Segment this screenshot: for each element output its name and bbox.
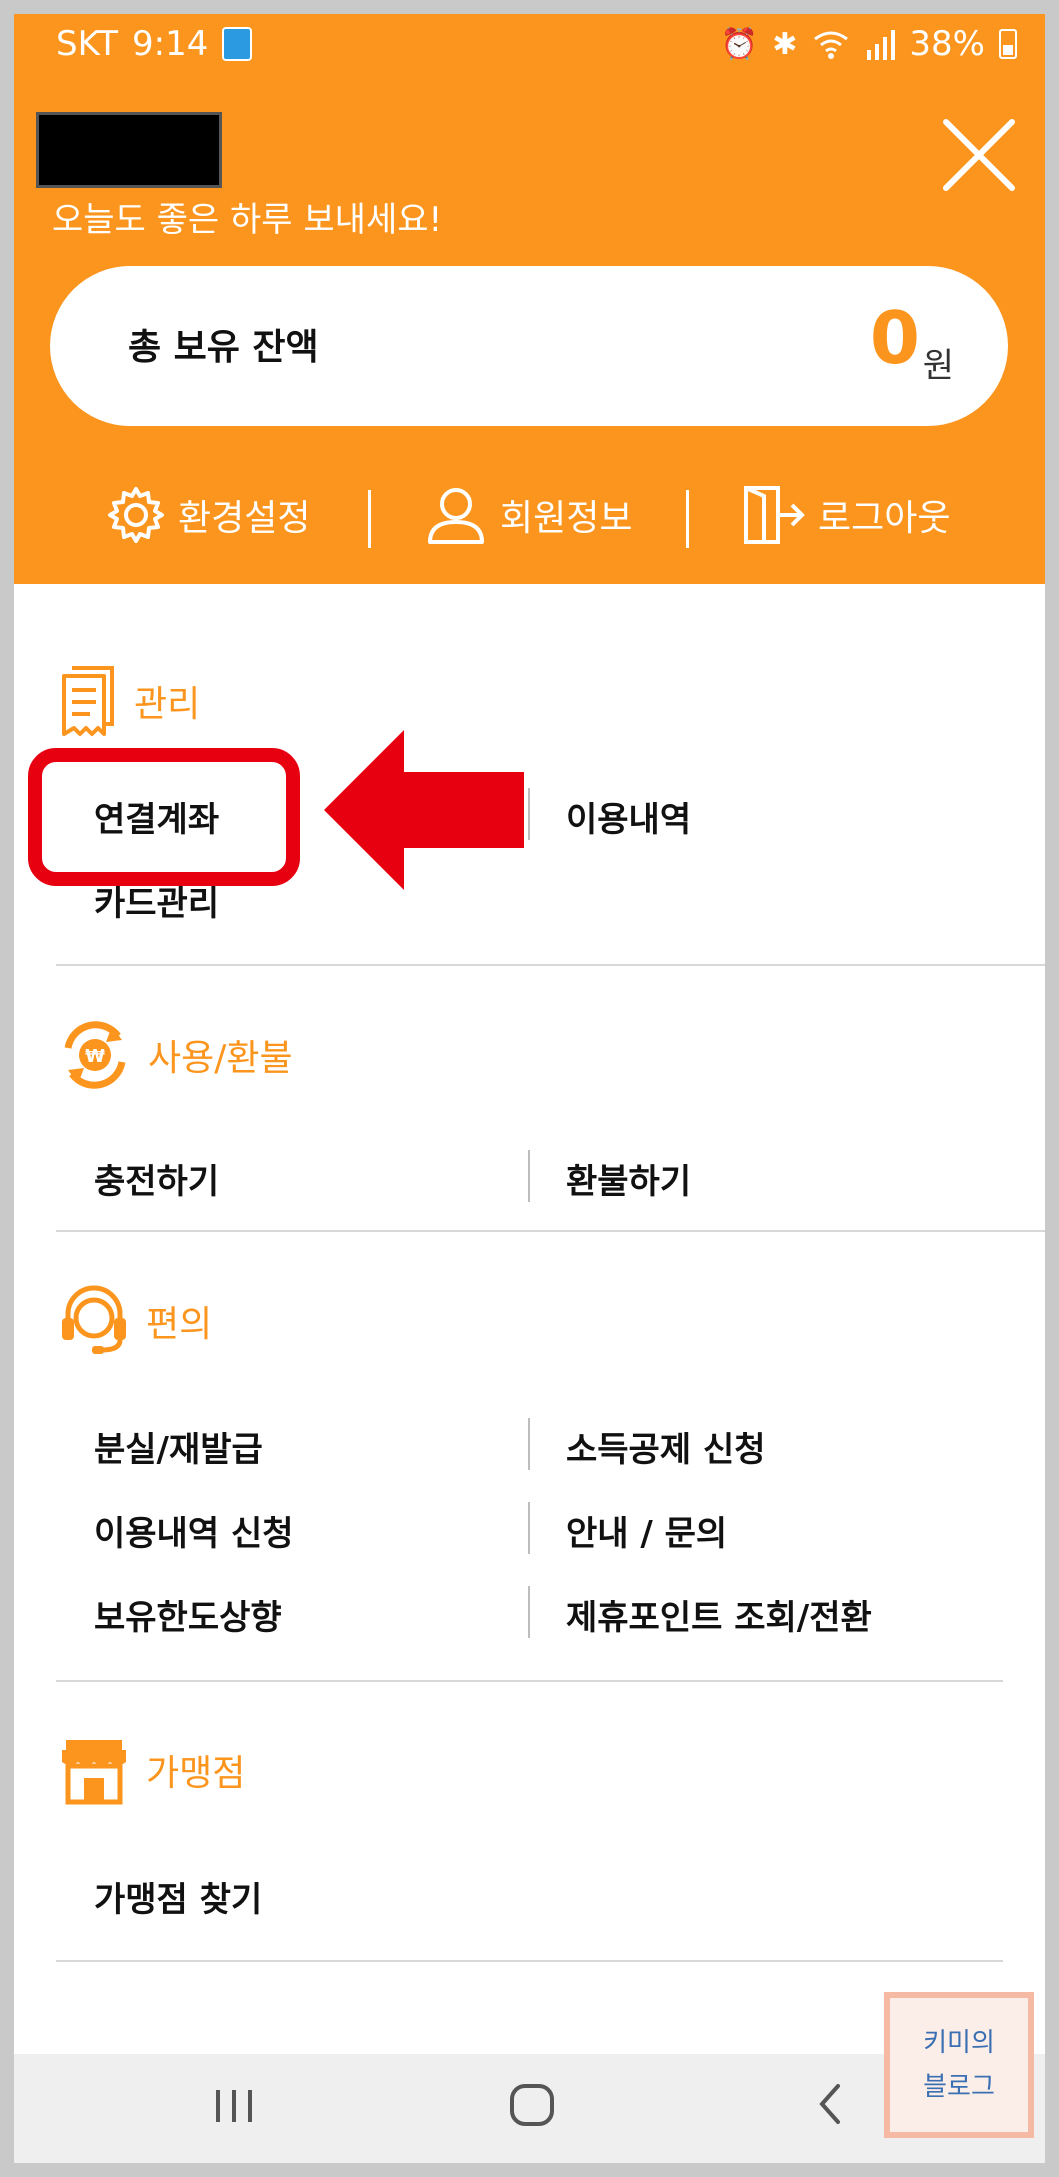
bluetooth-icon: ✱: [772, 26, 798, 62]
battery-percent: 38%: [909, 24, 985, 64]
svg-text:₩: ₩: [85, 1046, 105, 1067]
balance-unit: 원: [922, 346, 954, 386]
person-icon: [428, 488, 484, 544]
status-bar: SKT 9:14 ⏰ ✱ 38%: [14, 14, 1045, 74]
battery-icon: [999, 29, 1017, 59]
section-divider: [56, 1960, 1003, 1962]
back-icon[interactable]: [810, 2076, 850, 2132]
section-header-manage: 관리: [58, 664, 200, 738]
section-header-convenience: 편의: [58, 1284, 212, 1358]
recent-apps-icon[interactable]: [210, 2076, 260, 2132]
greeting-text: 오늘도 좋은 하루 보내세요!: [52, 200, 443, 240]
member-info-button[interactable]: 회원정보: [424, 470, 632, 560]
section-divider: [56, 964, 1045, 966]
section-title-manage: 관리: [134, 684, 201, 725]
column-divider: [528, 788, 530, 840]
section-title-merchant: 가맹점: [146, 1753, 246, 1794]
member-info-label: 회원정보: [500, 498, 633, 539]
balance-card: 총 보유 잔액 0 원: [50, 266, 1008, 426]
section-header-merchant: 가맹점: [58, 1734, 245, 1806]
section-title-convenience: 편의: [146, 1304, 213, 1345]
headset-icon: [62, 1285, 126, 1354]
close-icon[interactable]: [934, 110, 1024, 200]
guide-inquiry-item[interactable]: 안내 / 문의: [566, 1506, 727, 1555]
section-title-use-refund: 사용/환불: [148, 1038, 293, 1079]
redacted-user-name: [36, 112, 222, 188]
highlight-box: [28, 748, 300, 886]
quick-actions: 환경설정 회원정보 로그아웃: [14, 470, 1045, 560]
partner-points-item[interactable]: 제휴포인트 조회/전환: [566, 1590, 872, 1639]
section-divider: [56, 1230, 1045, 1232]
find-merchant-item[interactable]: 가맹점 찾기: [94, 1872, 262, 1921]
column-divider: [528, 1150, 530, 1202]
balance-value: 0: [869, 296, 920, 380]
time-label: 9:14: [132, 24, 209, 64]
quick-divider: [368, 490, 371, 548]
quick-divider: [686, 490, 689, 548]
receipt-icon: [62, 666, 114, 736]
store-icon: [62, 1740, 126, 1805]
watermark-line2: 블로그: [923, 2072, 995, 2102]
usage-history-item[interactable]: 이용내역: [566, 792, 691, 841]
alarm-icon: ⏰: [720, 26, 759, 62]
wifi-icon: [814, 31, 849, 59]
gear-icon: [108, 487, 164, 543]
pointer-arrow: [324, 730, 524, 890]
won-refresh-icon: ₩: [64, 1021, 126, 1089]
settings-label: 환경설정: [178, 498, 311, 539]
section-divider: [56, 1680, 1003, 1682]
watermark-line1: 키미의: [923, 2028, 995, 2058]
lost-reissue-item[interactable]: 분실/재발급: [94, 1422, 263, 1471]
column-divider: [528, 1502, 530, 1554]
logout-icon: [744, 486, 805, 544]
column-divider: [528, 1418, 530, 1470]
signal-icon: [867, 30, 896, 60]
tax-deduction-item[interactable]: 소득공제 신청: [566, 1422, 766, 1471]
sim-notification-icon: [222, 27, 253, 61]
logout-label: 로그아웃: [818, 498, 951, 539]
column-divider: [528, 1586, 530, 1638]
limit-increase-item[interactable]: 보유한도상향: [94, 1590, 282, 1639]
refund-item[interactable]: 환불하기: [566, 1154, 691, 1203]
charge-item[interactable]: 충전하기: [94, 1154, 219, 1203]
section-header-use-refund: ₩ 사용/환불: [58, 1018, 293, 1092]
logout-button[interactable]: 로그아웃: [740, 470, 950, 560]
header-panel: SKT 9:14 ⏰ ✱ 38% 오늘도 좋은 하루 보내세요! 총 보유 잔액…: [14, 14, 1045, 584]
settings-button[interactable]: 환경설정: [106, 470, 310, 560]
usage-request-item[interactable]: 이용내역 신청: [94, 1506, 294, 1555]
blog-watermark: 키미의 블로그: [884, 1992, 1034, 2138]
balance-label: 총 보유 잔액: [128, 327, 319, 368]
app-screen: SKT 9:14 ⏰ ✱ 38% 오늘도 좋은 하루 보내세요! 총 보유 잔액…: [14, 14, 1045, 2163]
carrier-label: SKT: [56, 24, 119, 64]
home-icon[interactable]: [504, 2076, 560, 2132]
